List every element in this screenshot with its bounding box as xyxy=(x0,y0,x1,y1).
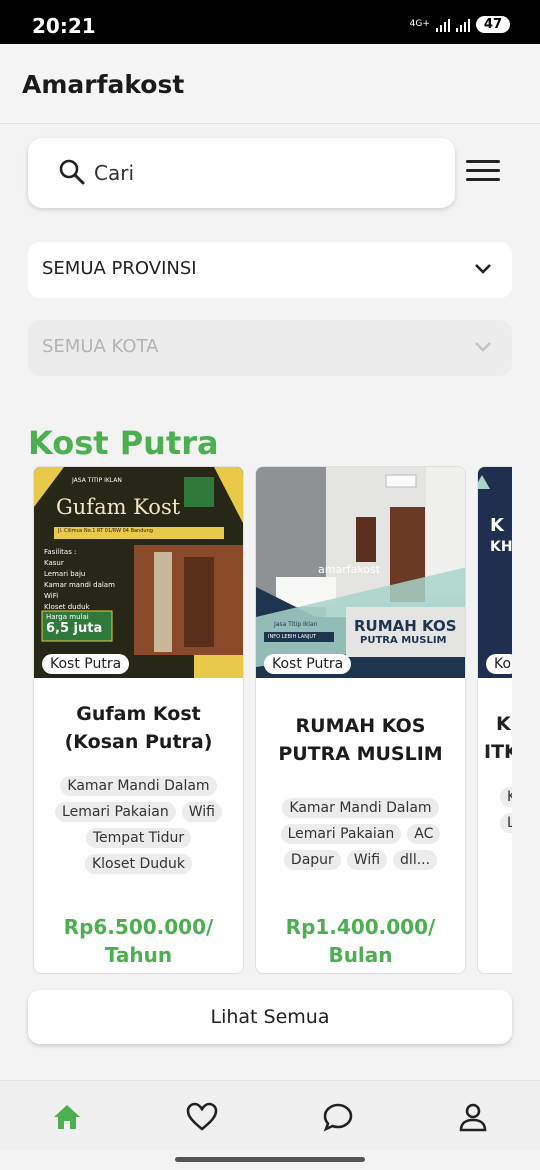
category-badge: Ko xyxy=(486,654,512,674)
facility-tag: dll... xyxy=(393,850,438,870)
facility-tag: L xyxy=(500,813,512,833)
gesture-bar xyxy=(175,1157,365,1162)
status-icons: 4G+ 47 xyxy=(410,16,510,33)
listing-card[interactable]: K KH Ko K ITK K L xyxy=(477,466,512,974)
facility-tag: Wifi xyxy=(346,850,388,870)
status-bar: 20:21 4G+ 47 xyxy=(0,0,540,44)
listing-name-line2: ITK xyxy=(484,741,512,763)
facility-tag: Wifi xyxy=(181,802,222,822)
listing-photo-3 xyxy=(478,467,512,678)
category-badge: Kost Putra xyxy=(42,654,130,674)
listing-image: K KH Ko xyxy=(478,467,512,678)
image-subheading: PUTRA MUSLIM xyxy=(360,635,447,646)
app-title: Amarfakost xyxy=(22,70,185,99)
image-watermark: amarfakost xyxy=(318,563,381,576)
image-price-value: 6,5 juta xyxy=(46,621,103,636)
chevron-down-icon xyxy=(475,342,491,352)
province-dropdown[interactable]: SEMUA PROVINSI xyxy=(28,242,512,298)
signal-icon-2 xyxy=(455,18,470,32)
city-dropdown[interactable]: SEMUA KOTA xyxy=(28,320,512,376)
facility-tag: Kamar Mandi Dalam xyxy=(282,798,439,818)
nav-home[interactable] xyxy=(51,1101,83,1133)
menu-button[interactable] xyxy=(466,160,500,186)
search-input[interactable] xyxy=(94,156,424,190)
facility-tag: Lemari Pakaian xyxy=(55,802,176,822)
listing-name: K xyxy=(496,713,511,735)
listing-card[interactable]: amarfakost RUMAH KOS PUTRA MUSLIM Jasa T… xyxy=(255,466,466,974)
section-title: Kost Putra xyxy=(28,424,219,462)
listing-name: RUMAH KOS PUTRA MUSLIM xyxy=(278,715,443,765)
listing-image: Gufam Kost JASA TITIP IKLAN Jl. Cilimus … xyxy=(34,467,243,678)
search-bar[interactable] xyxy=(28,138,455,208)
image-heading: K xyxy=(490,515,504,536)
listing-price: Rp6.500.000/ Tahun xyxy=(63,915,214,967)
listing-image: amarfakost RUMAH KOS PUTRA MUSLIM Jasa T… xyxy=(256,467,465,678)
profile-icon xyxy=(459,1103,487,1132)
status-time: 20:21 xyxy=(32,14,96,38)
hamburger-icon xyxy=(466,160,500,163)
chevron-down-icon xyxy=(475,264,491,274)
category-badge: Kost Putra xyxy=(264,654,352,674)
listing-price: Rp1.400.000/ Bulan xyxy=(285,915,436,967)
bottom-nav xyxy=(0,1080,540,1150)
battery-level: 47 xyxy=(475,16,510,33)
listing-name: Gufam Kost (Kosan Putra) xyxy=(64,703,213,753)
image-brand: Jasa Titip Iklan xyxy=(274,621,318,628)
image-brand: JASA TITIP IKLAN xyxy=(72,477,122,484)
city-label: SEMUA KOTA xyxy=(42,336,159,357)
image-facilities: Fasilitas : Kasur Lemari baju Kamar mand… xyxy=(44,548,115,611)
nav-favorites[interactable] xyxy=(186,1101,218,1133)
chat-icon xyxy=(323,1103,353,1132)
image-info: INFO LEBIH LANJUT xyxy=(268,634,317,640)
search-icon xyxy=(59,159,85,185)
home-icon xyxy=(54,1105,80,1129)
see-all-button[interactable]: Lihat Semua xyxy=(28,990,512,1044)
facility-tags: Kamar Mandi Dalam Lemari Pakaian AC Dapu… xyxy=(266,798,455,870)
facility-tag: Lemari Pakaian xyxy=(280,824,402,844)
image-heading: Gufam Kost xyxy=(56,495,181,519)
facility-tag: AC xyxy=(407,824,441,844)
facility-tag: Dapur xyxy=(283,850,341,870)
nav-profile[interactable] xyxy=(457,1101,489,1133)
facility-tag: Kloset Duduk xyxy=(84,854,192,874)
province-label: SEMUA PROVINSI xyxy=(42,258,197,279)
facility-tag: K xyxy=(500,787,512,807)
image-price-label: Harga mulai xyxy=(46,613,89,621)
app-bar: Amarfakost xyxy=(0,44,540,124)
image-heading: RUMAH KOS xyxy=(354,617,457,635)
image-address: Jl. Cilimus No.1 RT 01/RW 04 Bandung xyxy=(58,528,153,534)
network-type: 4G+ xyxy=(409,19,430,29)
image-subheading: KH xyxy=(490,539,512,555)
facility-tags: Kamar Mandi Dalam Lemari Pakaian Wifi Te… xyxy=(44,776,233,874)
signal-icon xyxy=(435,18,450,32)
heart-icon xyxy=(186,1102,218,1131)
facility-tag: Kamar Mandi Dalam xyxy=(60,776,217,796)
facility-tag: Tempat Tidur xyxy=(85,828,192,848)
listing-card[interactable]: Gufam Kost JASA TITIP IKLAN Jl. Cilimus … xyxy=(33,466,244,974)
nav-chat[interactable] xyxy=(322,1101,354,1133)
listing-carousel[interactable]: Gufam Kost JASA TITIP IKLAN Jl. Cilimus … xyxy=(28,464,512,976)
